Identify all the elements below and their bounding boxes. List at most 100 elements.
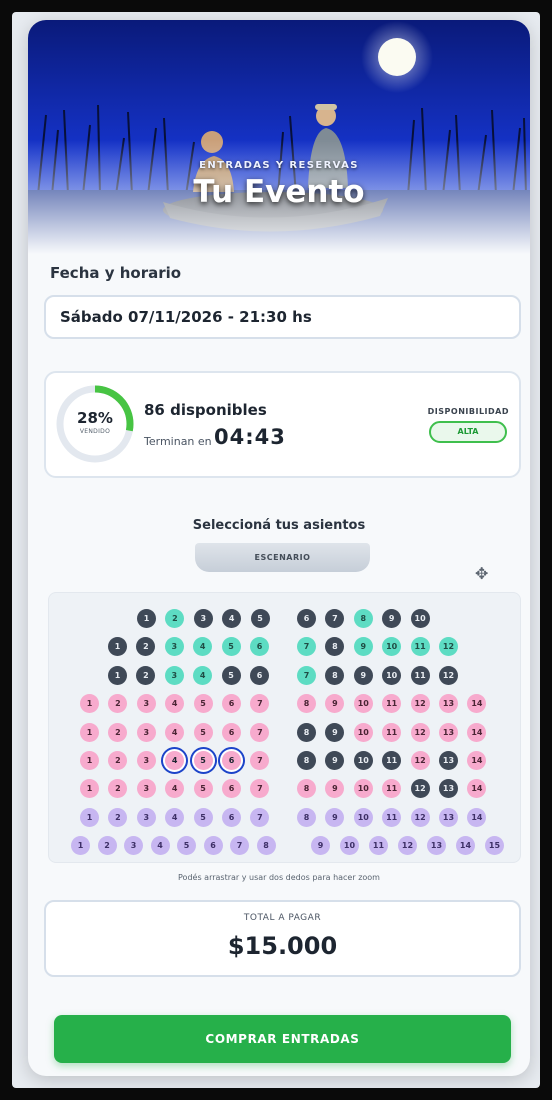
- seat-r4-left-1[interactable]: 1: [80, 694, 99, 714]
- seat-r2-right-11[interactable]: 11: [410, 637, 430, 657]
- seat-r1-right-8[interactable]: 8: [353, 609, 373, 628]
- seat-r9-right-12[interactable]: 12: [398, 836, 417, 856]
- ticket-card: ENTRADAS Y RESERVAS Tu Evento Fecha y ho…: [28, 20, 530, 1076]
- seat-r7-left-7[interactable]: 7: [250, 779, 270, 799]
- seat-r6-left-2[interactable]: 2: [108, 751, 128, 770]
- seat-r9-left-3[interactable]: 3: [124, 836, 143, 856]
- seat-r1-left-2[interactable]: 2: [165, 609, 185, 628]
- seat-r7-right-9[interactable]: 9: [325, 779, 345, 799]
- seat-selected-r6-left-6[interactable]: 6: [222, 751, 241, 770]
- seat-r4-left-4[interactable]: 4: [165, 694, 185, 714]
- seat-r5-right-11[interactable]: 11: [382, 722, 402, 742]
- seat-r6-right-14[interactable]: 14: [467, 751, 487, 770]
- seat-r8-left-2[interactable]: 2: [108, 807, 128, 827]
- seat-r9-right-13[interactable]: 13: [427, 836, 446, 856]
- date-time-select[interactable]: Sábado 07/11/2026 - 21:30 hs: [44, 295, 521, 339]
- seat-r9-left-8[interactable]: 8: [256, 836, 276, 856]
- seat-r8-left-1[interactable]: 1: [80, 807, 99, 827]
- seat-selected-r6-left-4[interactable]: 4: [165, 751, 185, 770]
- seat-r9-left-6[interactable]: 6: [203, 836, 223, 856]
- buy-tickets-button[interactable]: COMPRAR ENTRADAS: [54, 1015, 511, 1063]
- seat-r5-left-4[interactable]: 4: [165, 722, 185, 742]
- seat-r4-right-9[interactable]: 9: [325, 694, 345, 714]
- seat-r7-left-3[interactable]: 3: [136, 779, 156, 799]
- move-icon[interactable]: ✥: [475, 564, 488, 583]
- seat-r3-left-6: 6: [250, 665, 269, 685]
- seat-r4-left-5[interactable]: 5: [193, 694, 213, 714]
- seat-map[interactable]: 1 2 3 4 5 6 7 8 9 10 1 2 3 4 5 6 7 8 9 10 11 12 1 2 3 4 5 6 7 8 9 10 11 1…: [48, 592, 521, 863]
- seat-r6-left-3[interactable]: 3: [136, 751, 156, 770]
- seat-r4-left-7[interactable]: 7: [250, 694, 270, 714]
- seat-r9-left-1[interactable]: 1: [71, 836, 90, 856]
- seat-r3-left-4[interactable]: 4: [193, 665, 213, 685]
- availability-card: 28% VENDIDO 86 disponibles Terminan en 0…: [44, 371, 521, 478]
- seat-r4-right-13[interactable]: 13: [439, 694, 458, 714]
- seat-r7-left-1[interactable]: 1: [80, 779, 99, 799]
- seat-r2-right-7[interactable]: 7: [297, 637, 316, 657]
- seat-r7-right-14[interactable]: 14: [467, 779, 487, 799]
- seat-r7-left-5[interactable]: 5: [193, 779, 213, 799]
- seat-r2-left-5[interactable]: 5: [221, 637, 241, 657]
- seat-r7-right-8[interactable]: 8: [297, 779, 316, 799]
- seat-r5-left-2[interactable]: 2: [108, 722, 128, 742]
- seat-r5-left-6[interactable]: 6: [222, 722, 241, 742]
- seat-r8-left-7[interactable]: 7: [250, 807, 270, 827]
- seat-r4-right-14[interactable]: 14: [467, 694, 487, 714]
- seat-r8-left-3[interactable]: 3: [136, 807, 156, 827]
- seat-r2-left-6[interactable]: 6: [250, 637, 269, 657]
- seat-r8-right-13[interactable]: 13: [439, 807, 458, 827]
- seat-r5-right-10[interactable]: 10: [353, 722, 373, 742]
- seat-r8-left-4[interactable]: 4: [165, 807, 185, 827]
- seat-r5-left-3[interactable]: 3: [136, 722, 156, 742]
- seat-r4-right-8[interactable]: 8: [297, 694, 316, 714]
- seat-r7-left-4[interactable]: 4: [165, 779, 185, 799]
- seat-r2-left-3[interactable]: 3: [164, 637, 184, 657]
- seat-r2-right-12[interactable]: 12: [439, 637, 458, 657]
- seat-r4-right-10[interactable]: 10: [353, 694, 373, 714]
- seat-r9-left-5[interactable]: 5: [177, 836, 196, 856]
- seat-r9-left-4[interactable]: 4: [150, 836, 170, 856]
- seat-r9-right-14[interactable]: 14: [456, 836, 475, 856]
- seat-r6-left-1[interactable]: 1: [80, 751, 99, 770]
- seat-r9-left-7[interactable]: 7: [230, 836, 249, 856]
- seat-r9-right-10[interactable]: 10: [340, 836, 359, 856]
- seat-selected-r6-left-5[interactable]: 5: [193, 751, 213, 770]
- seat-r9-left-2[interactable]: 2: [97, 836, 117, 856]
- seat-r3-left-1: 1: [108, 665, 127, 685]
- seat-r9-right-15[interactable]: 15: [485, 836, 504, 856]
- seat-r9-right-11[interactable]: 11: [369, 836, 388, 856]
- seat-r3-right-12: 12: [439, 665, 458, 685]
- seat-r5-right-12[interactable]: 12: [410, 722, 430, 742]
- seat-r8-right-14[interactable]: 14: [467, 807, 487, 827]
- seat-r7-left-6[interactable]: 6: [222, 779, 241, 799]
- seat-r7-right-10[interactable]: 10: [353, 779, 373, 799]
- seat-r9-right-9[interactable]: 9: [311, 836, 330, 856]
- seat-r8-right-12[interactable]: 12: [410, 807, 430, 827]
- seat-r6-right-12[interactable]: 12: [410, 751, 430, 770]
- seat-r2-left-4[interactable]: 4: [193, 637, 213, 657]
- seat-r2-right-9[interactable]: 9: [353, 637, 373, 657]
- seat-r4-left-6[interactable]: 6: [222, 694, 241, 714]
- seat-r4-right-12[interactable]: 12: [410, 694, 430, 714]
- seat-r2-right-10[interactable]: 10: [382, 637, 402, 657]
- seat-r8-left-6[interactable]: 6: [222, 807, 241, 827]
- seat-r8-right-8[interactable]: 8: [297, 807, 316, 827]
- seat-r3-right-7[interactable]: 7: [297, 665, 316, 685]
- seat-r5-left-5[interactable]: 5: [193, 722, 213, 742]
- seat-r4-left-2[interactable]: 2: [108, 694, 128, 714]
- seat-r5-right-14[interactable]: 14: [467, 722, 487, 742]
- seat-r4-right-11[interactable]: 11: [382, 694, 402, 714]
- seat-r7-left-2[interactable]: 2: [108, 779, 128, 799]
- seat-r8-right-9[interactable]: 9: [325, 807, 345, 827]
- seat-r8-right-11[interactable]: 11: [382, 807, 402, 827]
- seat-r8-right-10[interactable]: 10: [353, 807, 373, 827]
- seat-r4-left-3[interactable]: 3: [136, 694, 156, 714]
- seat-r5-right-13[interactable]: 13: [439, 722, 458, 742]
- seat-r7-right-11[interactable]: 11: [382, 779, 402, 799]
- seat-r3-left-3[interactable]: 3: [164, 665, 184, 685]
- seat-r5-left-7[interactable]: 7: [250, 722, 270, 742]
- seat-r8-left-5[interactable]: 5: [193, 807, 213, 827]
- seat-r5-left-1[interactable]: 1: [80, 722, 99, 742]
- seat-r6-right-9: 9: [325, 751, 345, 770]
- seat-r6-left-7[interactable]: 7: [250, 751, 270, 770]
